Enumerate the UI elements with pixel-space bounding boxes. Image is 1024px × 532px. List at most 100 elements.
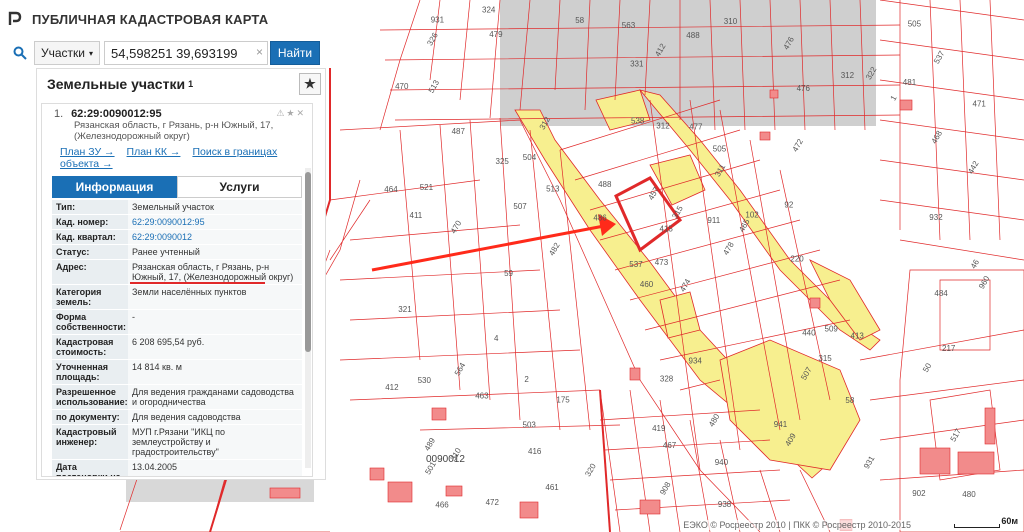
plot-number-label: 464 xyxy=(384,185,398,194)
info-row: Форма собственности: - xyxy=(52,310,302,335)
tab-info[interactable]: Информация xyxy=(52,176,177,198)
plot-number-label: 220 xyxy=(790,254,804,263)
plot-number-label: 563 xyxy=(622,21,636,30)
info-value: 13.04.2005 xyxy=(128,460,302,476)
plot-number-label: 537 xyxy=(629,260,643,269)
plot-number-label: 480 xyxy=(962,490,976,499)
plot-number-label: 538 xyxy=(631,117,645,126)
plot-number-label: 331 xyxy=(630,60,644,69)
plot-number-label: 59 xyxy=(504,269,513,278)
scroll-thumb[interactable] xyxy=(305,172,311,352)
plot-number-label: 941 xyxy=(774,420,788,429)
info-row: по документу: Для ведения садоводства xyxy=(52,410,302,425)
plot-number-label: 517 xyxy=(949,427,964,444)
plot-number-label: 328 xyxy=(660,374,674,383)
plot-number-label: 470 xyxy=(395,82,409,91)
plot-number-label: 419 xyxy=(652,424,666,433)
plot-number-label: 505 xyxy=(908,20,922,29)
plot-number-label: 320 xyxy=(583,462,598,479)
info-key: Адрес: xyxy=(52,260,128,284)
info-value[interactable]: 62:29:0090012:95 xyxy=(128,215,302,229)
result-cad-number[interactable]: 62:29:0090012:95 xyxy=(71,108,162,120)
plot-number-label: 478 xyxy=(721,240,736,257)
find-button[interactable]: Найти xyxy=(270,41,321,65)
plot-number-label: 908 xyxy=(658,480,673,497)
plot-number-label: 325 xyxy=(496,157,510,166)
info-key: Кадастровая стоимость: xyxy=(52,335,128,359)
plot-number-label: 537 xyxy=(932,49,947,66)
plot-number-label: 472 xyxy=(486,498,500,507)
plot-number-label: 58 xyxy=(575,16,584,25)
plot-number-label: 440 xyxy=(802,328,816,337)
plot-number-label: 460 xyxy=(640,280,654,289)
plot-number-label: 482 xyxy=(547,241,562,258)
info-key: Дата постановки на учет: xyxy=(52,460,128,476)
plot-number-label: 102 xyxy=(745,210,759,219)
result-tabs: Информация Услуги xyxy=(52,176,302,198)
info-value: 6 208 695,54 руб. xyxy=(128,335,302,359)
plot-number-label: 938 xyxy=(718,500,732,509)
plot-number-label: 310 xyxy=(724,17,738,26)
plot-number-label: 474 xyxy=(678,277,693,294)
plot-number-label: 481 xyxy=(903,78,917,87)
plot-number-label: 931 xyxy=(431,16,445,25)
plot-number-label: 321 xyxy=(398,305,412,314)
plot-number-label: 416 xyxy=(528,447,542,456)
highlight-block-south xyxy=(719,339,861,471)
plot-number-label: 507 xyxy=(513,202,527,211)
plot-number-label: 413 xyxy=(851,331,865,340)
result-action-icons[interactable]: ⚠★✕ xyxy=(276,108,306,119)
plot-number-label: 468 xyxy=(930,129,945,146)
plot-number-label: 934 xyxy=(689,356,703,365)
app-header: ПУБЛИЧНАЯ КАДАСТРОВАЯ КАРТА xyxy=(0,0,336,38)
info-row: Адрес: Рязанская область, г Рязань, р-н Ю… xyxy=(52,260,302,285)
plot-number-label: 461 xyxy=(545,483,559,492)
plot-number-label: 1 xyxy=(889,93,899,102)
link-plan-zu[interactable]: План ЗУ → xyxy=(60,146,115,158)
plot-number-label: 513 xyxy=(546,185,560,194)
plot-number-label: 324 xyxy=(482,6,496,15)
plot-number-label: 476 xyxy=(797,84,811,93)
link-plan-kk[interactable]: План КК → xyxy=(127,146,181,158)
info-key: Форма собственности: xyxy=(52,310,128,334)
info-value: - xyxy=(128,310,302,334)
info-row: Кад. квартал: 62:29:0090012 xyxy=(52,230,302,245)
plot-number-label: 513 xyxy=(427,78,442,95)
plot-number-label: 902 xyxy=(912,489,926,498)
plot-number-label: 486 xyxy=(593,214,607,223)
rosreestr-logo-icon[interactable] xyxy=(6,10,24,28)
search-icon[interactable] xyxy=(6,40,34,66)
info-value[interactable]: 62:29:0090012 xyxy=(128,230,302,244)
plot-number-label: 564 xyxy=(453,361,468,378)
search-input[interactable]: 54,598251 39,693199 × xyxy=(104,41,269,65)
result-index: 1. xyxy=(54,108,64,120)
info-key: Статус: xyxy=(52,245,128,259)
plot-number-label: 92 xyxy=(784,201,793,210)
search-type-label: Участки xyxy=(41,46,85,60)
search-type-select[interactable]: Участки ▾ xyxy=(34,41,101,65)
results-panel: Земельные участки 1 ★ 1. 62:29:0090012:9… xyxy=(36,68,326,480)
clear-icon[interactable]: × xyxy=(256,45,263,59)
plot-number-label: 442 xyxy=(966,159,981,176)
plot-number-label: 504 xyxy=(523,153,537,162)
tab-services[interactable]: Услуги xyxy=(177,176,302,198)
plot-number-label: 411 xyxy=(410,211,423,220)
info-row: Кадастровый инженер: МУП г.Рязани "ИКЦ по… xyxy=(52,425,302,460)
panel-title-count: 1 xyxy=(188,79,194,89)
plot-number-label: 58 xyxy=(845,396,854,405)
info-key: Кад. квартал: xyxy=(52,230,128,244)
info-row: Статус: Ранее учтенный xyxy=(52,245,302,260)
plot-number-label: 463 xyxy=(475,391,489,400)
scrollbar[interactable] xyxy=(305,168,311,468)
plot-number-label: 484 xyxy=(934,289,948,298)
info-key: Кад. номер: xyxy=(52,215,128,229)
plot-number-label: 415 xyxy=(660,225,674,234)
plot-number-label: 412 xyxy=(385,383,399,392)
plot-number-label: 488 xyxy=(598,180,612,189)
info-row: Кадастровая стоимость: 6 208 695,54 руб. xyxy=(52,335,302,360)
star-icon[interactable]: ★ xyxy=(299,73,321,95)
buildings xyxy=(269,89,996,531)
plot-number-label: 960 xyxy=(977,274,992,291)
scale-label: 60м xyxy=(1001,516,1018,526)
plot-number-label: 50 xyxy=(921,361,934,374)
